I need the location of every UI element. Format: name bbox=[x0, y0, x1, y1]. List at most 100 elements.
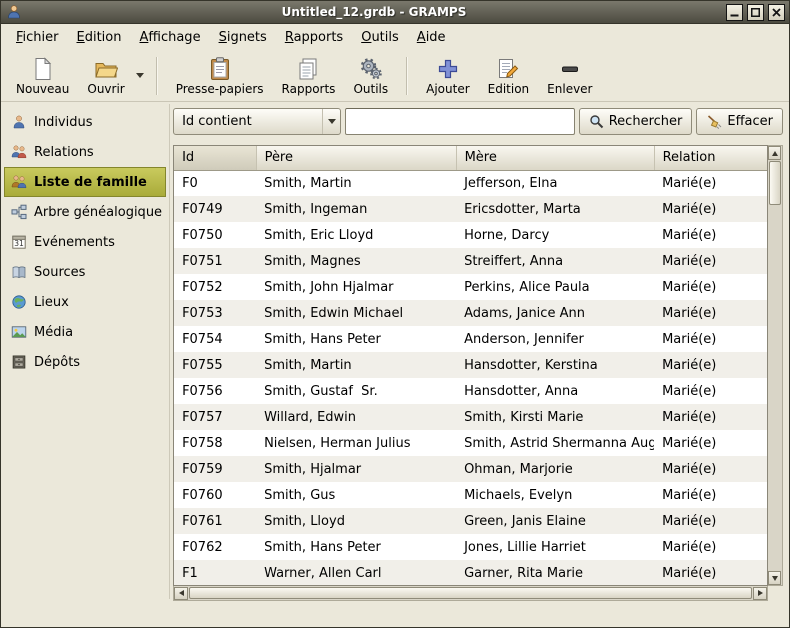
column-header-mother[interactable]: Mère bbox=[456, 146, 654, 170]
menu-item-signets[interactable]: Signets bbox=[210, 24, 276, 50]
table-row[interactable]: F1Warner, Allen CarlGarner, Rita MarieMa… bbox=[174, 560, 767, 586]
cell-id: F0760 bbox=[174, 482, 256, 508]
table-row[interactable]: F0760Smith, GusMichaels, EvelynMarié(e) bbox=[174, 482, 767, 508]
menu-item-affichage[interactable]: Affichage bbox=[130, 24, 209, 50]
cell-relation: Marié(e) bbox=[654, 326, 767, 352]
scrollbar-corner bbox=[768, 586, 783, 601]
table-row[interactable]: F0750Smith, Eric LloydHorne, DarcyMarié(… bbox=[174, 222, 767, 248]
new-document-icon bbox=[32, 57, 54, 81]
menu-item-label: Edition bbox=[77, 30, 122, 45]
vertical-scroll-trough[interactable] bbox=[768, 160, 782, 571]
new-button[interactable]: Nouveau bbox=[7, 54, 78, 98]
cell-id: F0 bbox=[174, 170, 256, 196]
open-dropdown-button[interactable] bbox=[134, 56, 147, 96]
menu-item-aide[interactable]: Aide bbox=[408, 24, 455, 50]
menu-item-edition[interactable]: Edition bbox=[68, 24, 131, 50]
cell-id: F0759 bbox=[174, 456, 256, 482]
tools-button[interactable]: Outils bbox=[344, 54, 397, 98]
search-button[interactable]: Rechercher bbox=[579, 108, 693, 135]
cell-mother: Streiffert, Anna bbox=[456, 248, 654, 274]
pane-resize-handle[interactable] bbox=[166, 102, 173, 601]
filter-bar: Id contient Rechercher bbox=[173, 108, 783, 141]
vertical-scroll-thumb[interactable] bbox=[769, 161, 781, 205]
edit-pencil-icon bbox=[496, 57, 520, 81]
table-row[interactable]: F0751Smith, MagnesStreiffert, AnnaMarié(… bbox=[174, 248, 767, 274]
edit-button[interactable]: Edition bbox=[479, 54, 539, 98]
cell-id: F0755 bbox=[174, 352, 256, 378]
menu-item-fichier[interactable]: Fichier bbox=[7, 24, 68, 50]
scroll-up-button[interactable] bbox=[768, 146, 781, 160]
broom-icon bbox=[706, 114, 722, 129]
column-header-id[interactable]: Id bbox=[174, 146, 256, 170]
column-header-relation[interactable]: Relation bbox=[654, 146, 767, 170]
table-row[interactable]: F0754Smith, Hans PeterAnderson, Jennifer… bbox=[174, 326, 767, 352]
horizontal-scroll-thumb[interactable] bbox=[189, 587, 752, 599]
cell-relation: Marié(e) bbox=[654, 378, 767, 404]
clear-button[interactable]: Effacer bbox=[696, 108, 783, 135]
vertical-scrollbar[interactable] bbox=[768, 145, 783, 586]
titlebar[interactable]: Untitled_12.grdb - GRAMPS bbox=[1, 1, 789, 24]
table-row[interactable]: F0755Smith, MartinHansdotter, KerstinaMa… bbox=[174, 352, 767, 378]
cell-id: F0752 bbox=[174, 274, 256, 300]
add-button[interactable]: Ajouter bbox=[417, 54, 479, 98]
remove-button-label: Enlever bbox=[547, 82, 592, 96]
cell-father: Smith, Eric Lloyd bbox=[256, 222, 456, 248]
sidebar-item-relations[interactable]: Relations bbox=[4, 137, 166, 167]
sidebar-item-lieux[interactable]: Lieux bbox=[4, 287, 166, 317]
table-row[interactable]: F0758Nielsen, Herman JuliusSmith, Astrid… bbox=[174, 430, 767, 456]
horizontal-scroll-trough[interactable] bbox=[188, 586, 753, 600]
reports-button[interactable]: Rapports bbox=[273, 54, 345, 98]
table-row[interactable]: F0762Smith, Hans PeterJones, Lillie Harr… bbox=[174, 534, 767, 560]
cell-mother: Adams, Janice Ann bbox=[456, 300, 654, 326]
table-row[interactable]: F0753Smith, Edwin MichaelAdams, Janice A… bbox=[174, 300, 767, 326]
pedigree-tree-icon bbox=[10, 204, 27, 221]
close-icon bbox=[772, 8, 781, 17]
table-row[interactable]: F0759Smith, HjalmarOhman, MarjorieMarié(… bbox=[174, 456, 767, 482]
sidebar-item-sources[interactable]: Sources bbox=[4, 257, 166, 287]
cell-relation: Marié(e) bbox=[654, 404, 767, 430]
scroll-down-button[interactable] bbox=[768, 571, 781, 585]
edit-button-label: Edition bbox=[488, 82, 530, 96]
filter-field-select[interactable]: Id contient bbox=[173, 108, 341, 135]
sidebar-item-label: Individus bbox=[34, 115, 93, 130]
minimize-button[interactable] bbox=[726, 4, 743, 21]
search-input[interactable] bbox=[345, 108, 575, 135]
gramps-app-icon bbox=[5, 4, 22, 21]
scroll-right-button[interactable] bbox=[753, 587, 767, 600]
sidebar-item-liste-de-famille[interactable]: Liste de famille bbox=[4, 167, 166, 197]
clipboard-button[interactable]: Presse-papiers bbox=[167, 54, 273, 98]
sidebar-item-arbre-genealogique[interactable]: Arbre généalogique bbox=[4, 197, 166, 227]
sidebar-item-media[interactable]: Média bbox=[4, 317, 166, 347]
horizontal-scrollbar[interactable] bbox=[173, 586, 768, 601]
table-row[interactable]: F0Smith, MartinJefferson, ElnaMarié(e) bbox=[174, 170, 767, 196]
scroll-left-button[interactable] bbox=[174, 587, 188, 600]
sidebar-item-individus[interactable]: Individus bbox=[4, 107, 166, 137]
open-button[interactable]: Ouvrir bbox=[78, 54, 133, 98]
reports-button-label: Rapports bbox=[282, 82, 336, 96]
menu-item-rapports[interactable]: Rapports bbox=[276, 24, 352, 50]
table-row[interactable]: F0761Smith, LloydGreen, Janis ElaineMari… bbox=[174, 508, 767, 534]
cell-father: Smith, Lloyd bbox=[256, 508, 456, 534]
column-header-father[interactable]: Père bbox=[256, 146, 456, 170]
gramps-window: Untitled_12.grdb - GRAMPS Fichier Editio… bbox=[0, 0, 790, 628]
reports-icon bbox=[296, 57, 320, 81]
sidebar-item-evenements[interactable]: 31 Evénements bbox=[4, 227, 166, 257]
sidebar-item-depots[interactable]: Dépôts bbox=[4, 347, 166, 377]
clipboard-icon bbox=[209, 57, 231, 81]
toolbar: Nouveau Ouvrir Presse-papiers bbox=[1, 50, 789, 102]
main-panel: Id contient Rechercher bbox=[173, 102, 789, 601]
book-icon bbox=[10, 264, 27, 281]
arrow-down-icon bbox=[772, 576, 778, 581]
close-button[interactable] bbox=[768, 4, 785, 21]
maximize-button[interactable] bbox=[747, 4, 764, 21]
table-row[interactable]: F0749Smith, IngemanEricsdotter, MartaMar… bbox=[174, 196, 767, 222]
cell-father: Smith, Magnes bbox=[256, 248, 456, 274]
cell-father: Warner, Allen Carl bbox=[256, 560, 456, 586]
chevron-down-icon bbox=[136, 73, 144, 78]
remove-button[interactable]: Enlever bbox=[538, 54, 601, 98]
menu-item-label: Rapports bbox=[285, 30, 343, 45]
table-row[interactable]: F0756Smith, Gustaf Sr.Hansdotter, AnnaMa… bbox=[174, 378, 767, 404]
menu-item-outils[interactable]: Outils bbox=[352, 24, 408, 50]
table-row[interactable]: F0757Willard, EdwinSmith, Kirsti MarieMa… bbox=[174, 404, 767, 430]
table-row[interactable]: F0752Smith, John HjalmarPerkins, Alice P… bbox=[174, 274, 767, 300]
